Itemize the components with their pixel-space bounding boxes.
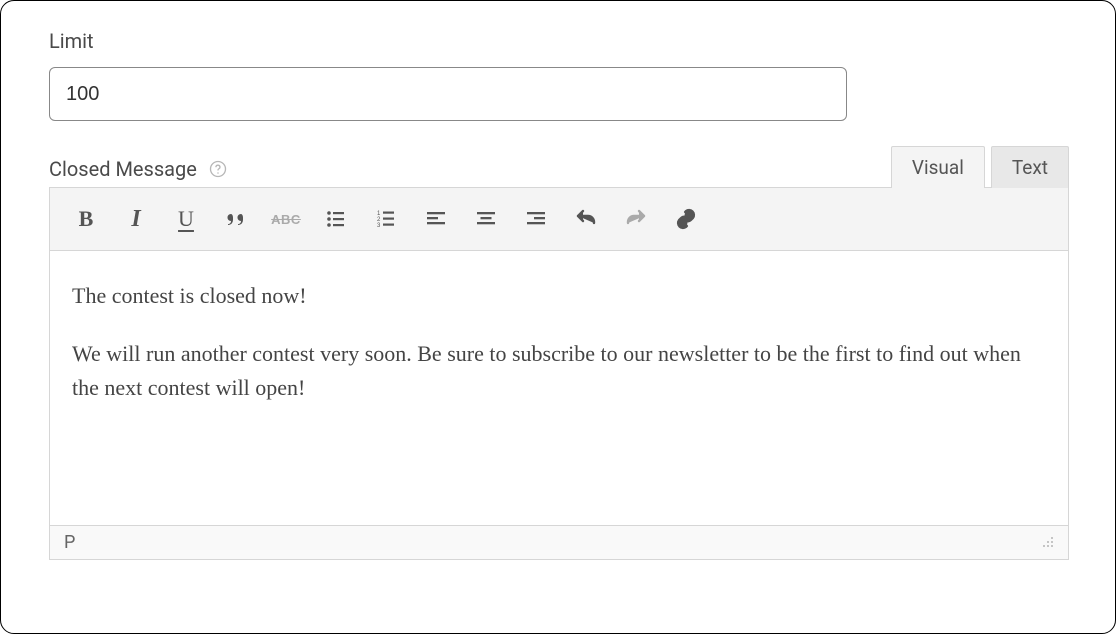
italic-icon: I: [131, 206, 140, 233]
svg-text:3: 3: [377, 223, 381, 229]
resize-grip-icon: [1038, 532, 1054, 548]
align-center-icon: [474, 207, 498, 231]
italic-button[interactable]: I: [112, 198, 160, 240]
editor-statusbar: P: [50, 525, 1068, 559]
link-icon: [674, 207, 698, 231]
help-icon[interactable]: [207, 158, 229, 180]
underline-icon: U: [178, 206, 194, 232]
align-left-icon: [424, 207, 448, 231]
closed-message-header: Closed Message Visual Text: [49, 145, 1069, 187]
tab-visual-label: Visual: [912, 156, 964, 179]
undo-icon: [574, 207, 598, 231]
tab-visual[interactable]: Visual: [891, 146, 985, 188]
numbered-list-icon: 1 2 3: [374, 207, 398, 231]
align-right-button[interactable]: [512, 198, 560, 240]
align-right-icon: [524, 207, 548, 231]
bullet-list-button[interactable]: [312, 198, 360, 240]
element-path[interactable]: P: [64, 532, 75, 553]
redo-button[interactable]: [612, 198, 660, 240]
editor-paragraph-2: We will run another contest very soon. B…: [72, 337, 1046, 405]
editor-mode-tabs: Visual Text: [891, 145, 1069, 187]
closed-message-label: Closed Message: [49, 157, 197, 181]
limit-label: Limit: [49, 29, 1067, 53]
limit-input[interactable]: [49, 67, 847, 121]
undo-button[interactable]: [562, 198, 610, 240]
tab-text-label: Text: [1012, 156, 1048, 179]
blockquote-button[interactable]: [212, 198, 260, 240]
settings-panel: Limit Closed Message Visual Text: [0, 0, 1116, 634]
underline-button[interactable]: U: [162, 198, 210, 240]
link-button[interactable]: [662, 198, 710, 240]
strikethrough-icon: ABC: [271, 212, 301, 227]
align-left-button[interactable]: [412, 198, 460, 240]
numbered-list-button[interactable]: 1 2 3: [362, 198, 410, 240]
align-center-button[interactable]: [462, 198, 510, 240]
limit-field-group: Limit: [49, 29, 1067, 121]
resize-handle[interactable]: [1038, 532, 1054, 553]
limit-label-text: Limit: [49, 29, 94, 53]
editor-toolbar: B I U ABC: [50, 188, 1068, 251]
rich-text-editor: B I U ABC: [49, 187, 1069, 560]
bold-button[interactable]: B: [62, 198, 110, 240]
closed-message-label-wrap: Closed Message: [49, 157, 229, 181]
strikethrough-button[interactable]: ABC: [262, 198, 310, 240]
bold-icon: B: [79, 206, 94, 232]
redo-icon: [624, 207, 648, 231]
tab-text[interactable]: Text: [991, 146, 1069, 188]
quote-icon: [224, 207, 248, 231]
editor-paragraph-1: The contest is closed now!: [72, 279, 1046, 313]
editor-content-area[interactable]: The contest is closed now! We will run a…: [50, 251, 1068, 525]
bullet-list-icon: [324, 207, 348, 231]
